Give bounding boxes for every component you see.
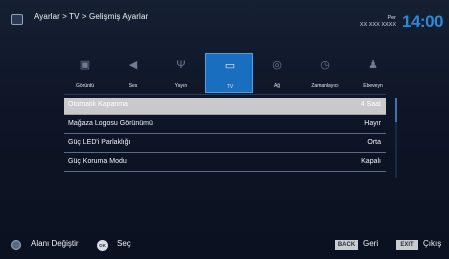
navigation-pad-icon <box>11 240 21 250</box>
item-name: Güç Koruma Modu <box>68 158 127 165</box>
day-label: Per <box>387 15 396 21</box>
back-hint-label: Geri <box>363 239 379 248</box>
tab-timer[interactable]: ◷ Zamanlayıcı <box>301 53 349 93</box>
date-label: XX XXX XXXX <box>359 22 396 28</box>
tab-label: Ağ <box>273 83 281 89</box>
tab-broadcast[interactable]: Ψ Yayın <box>157 53 205 93</box>
tab-label: TV <box>226 84 234 90</box>
ok-button-icon: OK <box>97 240 108 251</box>
list-item-auto-off[interactable]: Otomatik Kapanma 4 Saat <box>64 98 386 115</box>
exit-hint-label: Çıkış <box>423 239 442 248</box>
timer-icon: ◷ <box>320 59 330 71</box>
tab-sound[interactable]: ◀ Ses <box>109 53 157 93</box>
tab-label: Ebeveyn <box>363 83 383 89</box>
breadcrumb: Ayarlar > TV > Gelişmiş Ayarlar <box>34 12 149 21</box>
settings-home-icon <box>11 14 23 25</box>
scroll-thumb[interactable] <box>395 98 397 122</box>
item-name: Güç LED'i Parlaklığı <box>68 139 131 146</box>
list-item-store-logo[interactable]: Mağaza Logosu Görünümü Hayır <box>64 117 386 134</box>
tab-tv[interactable]: ▭ TV <box>205 53 253 93</box>
exit-key-icon: EXIT <box>396 240 418 250</box>
parental-icon: ♟ <box>368 59 378 71</box>
tab-network[interactable]: ◎ Ağ <box>253 53 301 93</box>
tv-icon: ▭ <box>224 60 236 72</box>
tab-parental[interactable]: ♟ Ebeveyn <box>349 53 397 93</box>
tab-label: Zamanlayıcı <box>311 83 339 89</box>
header: Ayarlar > TV > Gelişmiş Ayarlar Per XX X… <box>0 0 449 44</box>
list-item-power-save[interactable]: Güç Koruma Modu Kapalı <box>64 155 386 172</box>
date-block: Per XX XXX XXXX <box>342 15 396 29</box>
item-value: Orta <box>367 139 381 146</box>
picture-icon: ▣ <box>79 59 91 71</box>
settings-list: Otomatik Kapanma 4 Saat Mağaza Logosu Gö… <box>64 98 386 172</box>
speaker-icon: ◀ <box>128 59 138 71</box>
item-name: Mağaza Logosu Görünümü <box>68 120 153 127</box>
move-hint-label: Alanı Değiştir <box>31 239 79 248</box>
footer-hints: Alanı Değiştir OK Seç BACK Geri EXIT Çık… <box>0 232 449 259</box>
item-name: Otomatik Kapanma <box>68 101 128 108</box>
divider <box>64 94 386 95</box>
tab-picture[interactable]: ▣ Görüntü <box>61 53 109 93</box>
tab-label: Yayın <box>174 83 188 89</box>
network-icon: ◎ <box>272 59 282 71</box>
list-item-power-led[interactable]: Güç LED'i Parlaklığı Orta <box>64 136 386 153</box>
category-bar: ▣ Görüntü ◀ Ses Ψ Yayın ▭ TV ◎ Ağ ◷ Zama… <box>61 53 387 93</box>
item-value: Kapalı <box>361 158 381 165</box>
tab-label: Ses <box>128 83 138 89</box>
back-key-icon: BACK <box>335 240 358 250</box>
clock: 14:00 <box>402 12 443 31</box>
item-value: Hayır <box>364 120 381 127</box>
scrollbar[interactable] <box>395 98 397 178</box>
item-value: 4 Saat <box>360 101 381 108</box>
tv-settings-screen: Ayarlar > TV > Gelişmiş Ayarlar Per XX X… <box>0 0 449 259</box>
tab-label: Görüntü <box>75 83 95 89</box>
ok-hint-label: Seç <box>117 239 131 248</box>
antenna-icon: Ψ <box>176 59 186 71</box>
